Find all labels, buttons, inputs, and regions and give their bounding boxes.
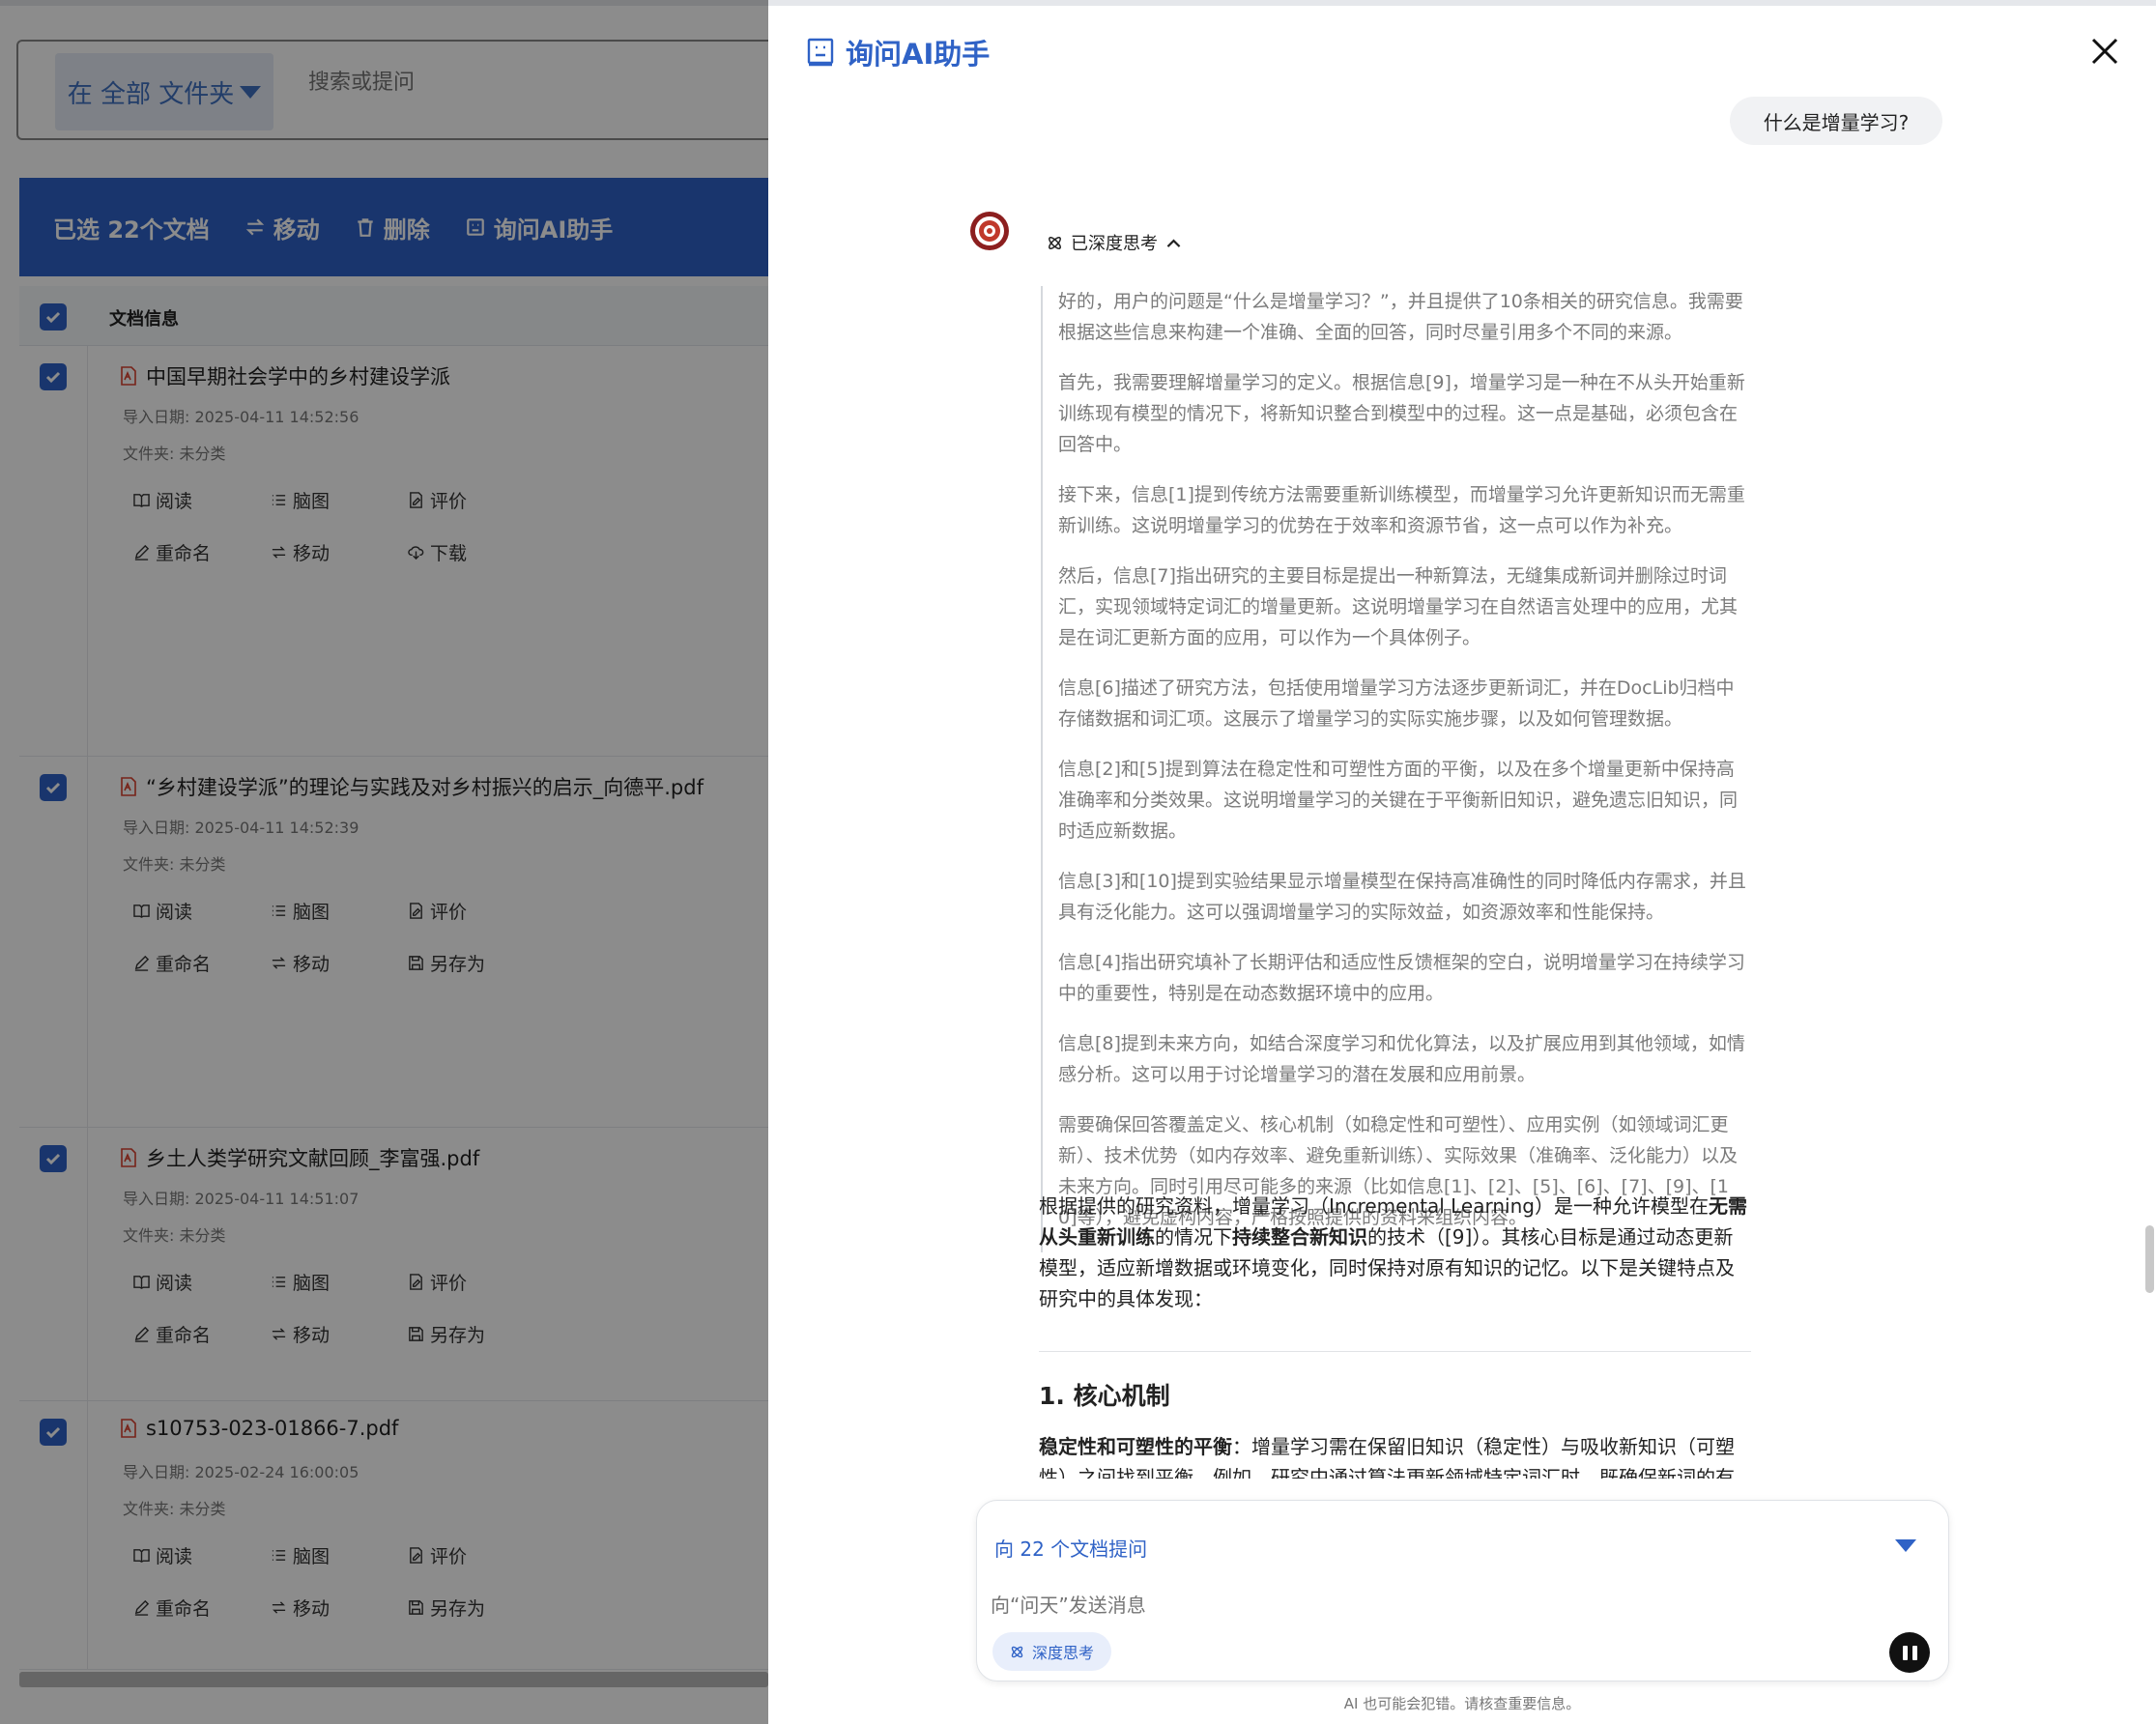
answer-intro: 根据提供的研究资料，增量学习（Incremental Learning）是一种允… <box>1039 1191 1751 1314</box>
panel-header: 询问AI助手 <box>807 32 990 72</box>
atom-icon <box>1049 236 1061 249</box>
message-composer: 向 22 个文档提问 深度思考 <box>976 1500 1949 1681</box>
deep-think-label: 已深度思考 <box>1071 234 1158 254</box>
thinking-paragraph: 信息[6]描述了研究方法，包括使用增量学习方法逐步更新词汇，并在DocLib归档… <box>1058 677 1735 730</box>
deep-think-toggle[interactable]: 已深度思考 <box>1047 230 1182 255</box>
deep-think-button-label: 深度思考 <box>1032 1644 1095 1662</box>
top-border <box>768 0 2156 6</box>
ai-disclaimer: AI 也可能会犯错。请核查重要信息。 <box>1343 1695 1581 1712</box>
deep-think-button[interactable]: 深度思考 <box>992 1632 1112 1671</box>
thinking-paragraph: 首先，我需要理解增量学习的定义。根据信息[9]，增量学习是一种在不从头开始重新训… <box>1058 372 1745 455</box>
document-list-page: 在 全部 文件夹 已选 22个文档 移动 删除 询问AI助手 文档信息 中 <box>0 0 768 1724</box>
robot-icon <box>807 38 834 67</box>
close-icon[interactable] <box>2088 35 2121 68</box>
answer-text: 的情况下 <box>1155 1225 1232 1249</box>
chevron-up-icon <box>1166 239 1181 247</box>
user-message-text: 什么是增量学习? <box>1763 110 1910 134</box>
ai-avatar-icon <box>970 212 1009 250</box>
pause-icon <box>1912 1645 1917 1660</box>
panel-title: 询问AI助手 <box>846 38 991 71</box>
thinking-paragraph: 信息[8]提到未来方向，如结合深度学习和优化算法，以及扩展应用到其他领域，如情感… <box>1058 1033 1745 1085</box>
thinking-paragraph: 信息[3]和[10]提到实验结果显示增量模型在保持高准确性的同时降低内存需求，并… <box>1058 871 1746 923</box>
thinking-paragraph: 信息[4]指出研究填补了长期评估和适应性反馈框架的空白，说明增量学习在持续学习中… <box>1058 952 1745 1004</box>
ask-target-dropdown-label[interactable]: 向 22 个文档提问 <box>994 1534 1147 1562</box>
message-input[interactable] <box>991 1594 1860 1617</box>
answer-bold: 持续整合新知识 <box>1232 1225 1367 1249</box>
thinking-paragraph: 信息[2]和[5]提到算法在稳定性和可塑性方面的平衡，以及在多个增量更新中保持高… <box>1058 759 1739 842</box>
answer-section-heading: 1. 核心机制 <box>1039 1382 1170 1410</box>
divider <box>1039 1351 1751 1352</box>
atom-icon <box>1011 1646 1023 1657</box>
thinking-paragraph: 然后，信息[7]指出研究的主要目标是提出一种新算法，无缝集成新词并删除过时词汇，… <box>1058 565 1739 648</box>
answer-bold: 稳定性和可塑性的平衡 <box>1039 1435 1232 1458</box>
pause-icon <box>1902 1645 1908 1660</box>
answer-text: 根据提供的研究资料，增量学习（Incremental Learning）是一种允… <box>1039 1194 1709 1218</box>
modal-backdrop[interactable] <box>0 0 768 1724</box>
user-message-bubble: 什么是增量学习? <box>1730 97 1942 145</box>
stop-generation-button[interactable] <box>1889 1632 1930 1673</box>
thinking-paragraph: 接下来，信息[1]提到传统方法需要重新训练模型，而增量学习允许更新知识而无需重新… <box>1058 484 1745 536</box>
caret-down-icon[interactable] <box>1895 1539 1916 1552</box>
ai-assistant-panel: 询问AI助手 什么是增量学习? 已深度思考 好的，用户的问题是“什么是增量学习？… <box>768 0 2156 1724</box>
thinking-content: 好的，用户的问题是“什么是增量学习？”，并且提供了10条相关的研究信息。我需要根… <box>1041 286 1746 1252</box>
vertical-scrollbar[interactable] <box>2145 1225 2154 1293</box>
thinking-paragraph: 好的，用户的问题是“什么是增量学习？”，并且提供了10条相关的研究信息。我需要根… <box>1058 291 1743 343</box>
ai-answer: 根据提供的研究资料，增量学习（Incremental Learning）是一种允… <box>1039 1191 1751 1524</box>
